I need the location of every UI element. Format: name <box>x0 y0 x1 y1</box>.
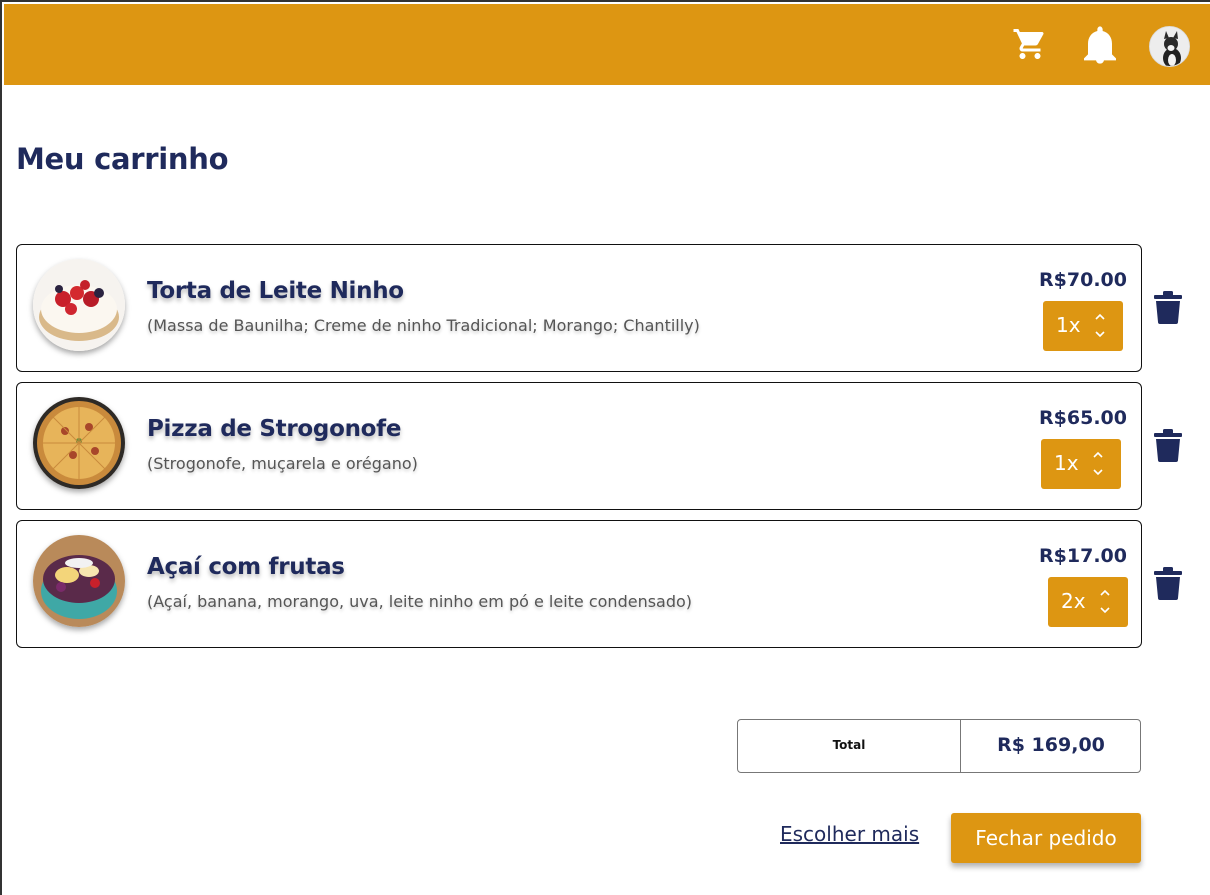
total-value: R$ 169,00 <box>997 734 1105 756</box>
chevron-down-icon[interactable] <box>1093 328 1107 340</box>
item-description: (Strogonofe, muçarela e orégano) <box>147 454 418 473</box>
item-price: R$65.00 <box>1039 407 1127 429</box>
chevron-up-icon[interactable] <box>1091 449 1105 461</box>
cart-icon[interactable] <box>1012 26 1048 62</box>
avatar[interactable] <box>1149 26 1190 67</box>
cart-list: Torta de Leite Ninho (Massa de Baunilha;… <box>16 244 1196 658</box>
chevron-up-icon[interactable] <box>1093 311 1107 323</box>
trash-icon[interactable] <box>1154 291 1182 324</box>
trash-icon[interactable] <box>1154 567 1182 600</box>
item-name: Pizza de Strogonofe <box>147 416 402 442</box>
cat-photo <box>1150 27 1189 66</box>
item-photo-torta <box>33 259 125 351</box>
app-window: Meu carrinho Torta de Leite Ninho (Massa… <box>0 0 1210 895</box>
quantity-stepper[interactable]: 2x <box>1048 577 1128 627</box>
chevron-down-icon[interactable] <box>1098 604 1112 616</box>
cart-item: Torta de Leite Ninho (Massa de Baunilha;… <box>16 244 1196 372</box>
chevron-up-icon[interactable] <box>1098 587 1112 599</box>
quantity-stepper[interactable]: 1x <box>1043 301 1123 351</box>
trash-icon[interactable] <box>1154 429 1182 462</box>
top-bar <box>4 4 1210 85</box>
item-photo-pizza <box>33 397 125 489</box>
cart-item: Pizza de Strogonofe (Strogonofe, muçarel… <box>16 382 1196 510</box>
cart-item: Açaí com frutas (Açaí, banana, morango, … <box>16 520 1196 648</box>
quantity-value: 1x <box>1054 451 1079 475</box>
item-name: Açaí com frutas <box>147 554 345 580</box>
total-summary: Total R$ 169,00 <box>737 719 1141 773</box>
item-price: R$70.00 <box>1039 269 1127 291</box>
choose-more-link[interactable]: Escolher mais <box>780 822 919 846</box>
bell-icon[interactable] <box>1084 26 1116 64</box>
page-title: Meu carrinho <box>16 142 229 176</box>
item-description: (Massa de Baunilha; Creme de ninho Tradi… <box>147 316 700 335</box>
total-label: Total <box>832 738 866 752</box>
item-description: (Açaí, banana, morango, uva, leite ninho… <box>147 592 693 611</box>
cart-item-card: Pizza de Strogonofe (Strogonofe, muçarel… <box>16 382 1142 510</box>
quantity-stepper[interactable]: 1x <box>1041 439 1121 489</box>
item-price: R$17.00 <box>1039 545 1127 567</box>
quantity-value: 1x <box>1056 313 1081 337</box>
cart-item-card: Torta de Leite Ninho (Massa de Baunilha;… <box>16 244 1142 372</box>
chevron-down-icon[interactable] <box>1091 466 1105 478</box>
cart-item-card: Açaí com frutas (Açaí, banana, morango, … <box>16 520 1142 648</box>
item-photo-acai <box>33 535 125 627</box>
quantity-value: 2x <box>1061 589 1086 613</box>
item-name: Torta de Leite Ninho <box>147 278 404 304</box>
checkout-button[interactable]: Fechar pedido <box>951 813 1141 863</box>
